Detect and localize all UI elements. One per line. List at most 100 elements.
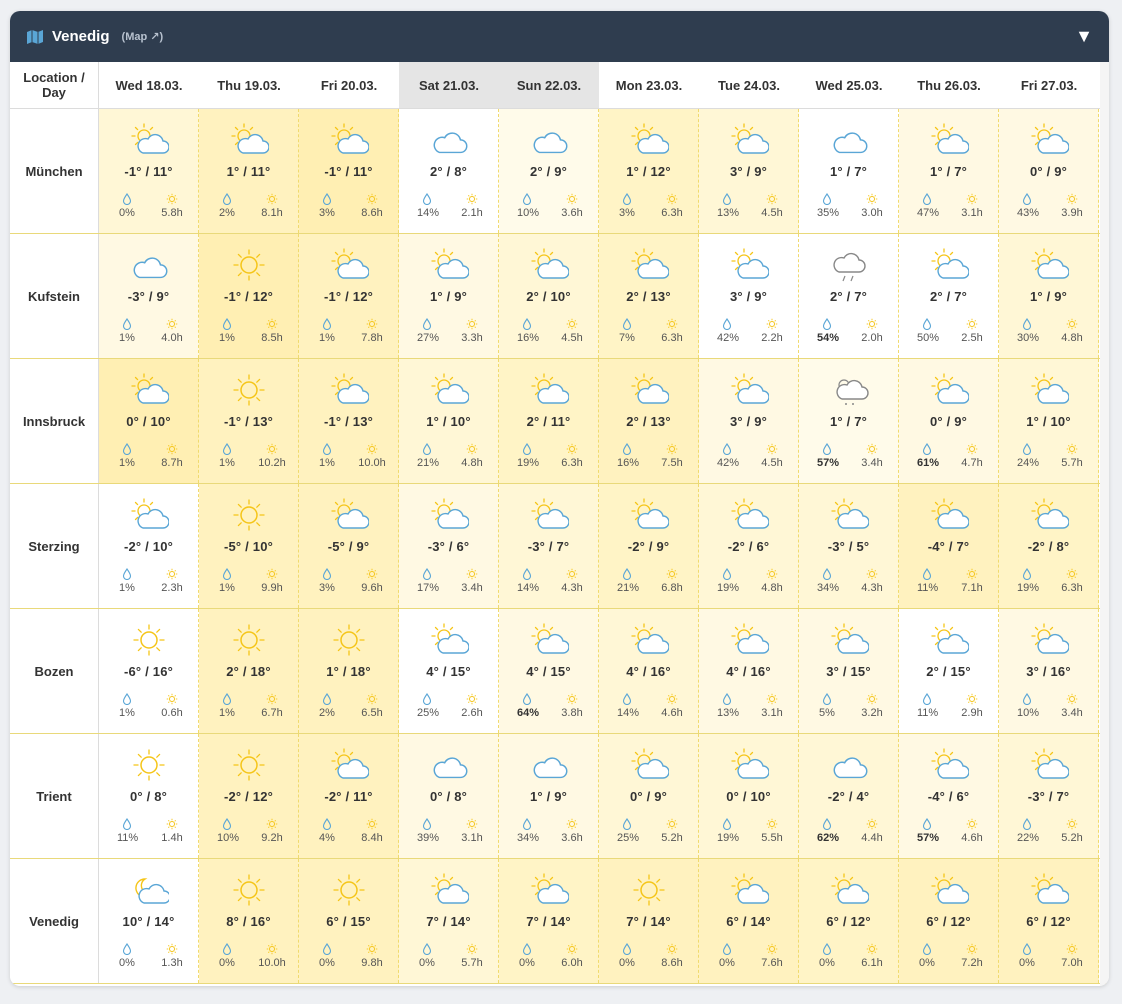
forecast-cell[interactable]: -2° / 10° 1% 2.3h xyxy=(99,484,199,608)
temperature-range: -6° / 16° xyxy=(123,664,174,679)
forecast-cell[interactable]: 2° / 8° 14% 2.1h xyxy=(399,109,499,233)
forecast-cell[interactable]: 4° / 15° 25% 2.6h xyxy=(399,609,499,733)
forecast-cell[interactable]: -3° / 6° 17% 3.4h xyxy=(399,484,499,608)
forecast-cell[interactable]: -1° / 12° 1% 8.5h xyxy=(199,234,299,358)
sun-hours-icon xyxy=(366,943,378,955)
raindrop-icon xyxy=(322,818,332,830)
forecast-cell[interactable]: 7° / 14° 0% 5.7h xyxy=(399,859,499,983)
forecast-cell[interactable]: 4° / 16° 14% 4.6h xyxy=(599,609,699,733)
forecast-cell[interactable]: 6° / 15° 0% 9.8h xyxy=(299,859,399,983)
forecast-cell[interactable]: -2° / 8° 19% 6.3h xyxy=(999,484,1099,608)
forecast-cell[interactable]: -5° / 9° 3% 9.6h xyxy=(299,484,399,608)
sun-hours: 4.8h xyxy=(1061,332,1083,344)
forecast-cell[interactable]: -1° / 13° 1% 10.2h xyxy=(199,359,299,483)
sun-hours: 3.1h xyxy=(761,707,783,719)
rain-probability: 0% xyxy=(519,957,535,969)
temperature-range: -3° / 6° xyxy=(427,539,470,554)
forecast-cell[interactable]: -4° / 6° 57% 4.6h xyxy=(899,734,999,858)
temperature-range: 8° / 16° xyxy=(226,914,271,929)
forecast-cell[interactable]: -1° / 12° 1% 7.8h xyxy=(299,234,399,358)
collapse-toggle-icon[interactable]: ▼ xyxy=(1075,26,1093,47)
forecast-cell[interactable]: 3° / 9° 42% 4.5h xyxy=(699,359,799,483)
forecast-cell[interactable]: 2° / 7° 50% 2.5h xyxy=(899,234,999,358)
forecast-cell[interactable]: 2° / 18° 1% 6.7h xyxy=(199,609,299,733)
temperature-range: 1° / 7° xyxy=(829,164,868,179)
forecast-cell[interactable]: 6° / 12° 0% 7.0h xyxy=(999,859,1099,983)
forecast-cell[interactable]: 0° / 8° 11% 1.4h xyxy=(99,734,199,858)
forecast-cell[interactable]: 2° / 7° 54% 2.0h xyxy=(799,234,899,358)
sun-hours: 4.7h xyxy=(961,457,983,469)
sun-hours-icon xyxy=(666,568,678,580)
forecast-cell[interactable]: 1° / 18° 2% 6.5h xyxy=(299,609,399,733)
day-header: Fri 27.03. xyxy=(1020,77,1078,93)
forecast-cell[interactable]: 1° / 9° 30% 4.8h xyxy=(999,234,1099,358)
partly-weather-icon xyxy=(730,623,769,654)
forecast-cell[interactable]: -3° / 7° 14% 4.3h xyxy=(499,484,599,608)
forecast-cell[interactable]: 7° / 14° 0% 6.0h xyxy=(499,859,599,983)
forecast-cell[interactable]: 6° / 12° 0% 7.2h xyxy=(899,859,999,983)
temperature-range: -4° / 7° xyxy=(927,539,970,554)
forecast-cell[interactable]: 10° / 14° 0% 1.3h xyxy=(99,859,199,983)
forecast-cell[interactable]: 2° / 15° 11% 2.9h xyxy=(899,609,999,733)
corner-label-line2: Day xyxy=(42,85,66,100)
forecast-cell[interactable]: 0° / 9° 61% 4.7h xyxy=(899,359,999,483)
table-row: München -1° / 11° 0% 5.8h 1° / 11° 2% 8.1h -1° … xyxy=(10,109,1109,234)
partly-weather-icon xyxy=(830,623,869,654)
forecast-cell[interactable]: 1° / 12° 3% 6.3h xyxy=(599,109,699,233)
forecast-cell[interactable]: -6° / 16° 1% 0.6h xyxy=(99,609,199,733)
sunny-weather-icon xyxy=(332,624,365,656)
forecast-cell[interactable]: 6° / 14° 0% 7.6h xyxy=(699,859,799,983)
forecast-cell[interactable]: 3° / 9° 13% 4.5h xyxy=(699,109,799,233)
forecast-cell[interactable]: 0° / 8° 39% 3.1h xyxy=(399,734,499,858)
cloudy-weather-icon xyxy=(533,757,567,779)
rain-probability: 3% xyxy=(319,582,335,594)
sun-hours-icon xyxy=(966,693,978,705)
raindrop-icon xyxy=(322,193,332,205)
forecast-cell[interactable]: -3° / 9° 1% 4.0h xyxy=(99,234,199,358)
forecast-cell[interactable]: 4° / 15° 64% 3.8h xyxy=(499,609,599,733)
forecast-cell[interactable]: 1° / 7° 47% 3.1h xyxy=(899,109,999,233)
forecast-cell[interactable]: -2° / 12° 10% 9.2h xyxy=(199,734,299,858)
forecast-cell[interactable]: 7° / 14° 0% 8.6h xyxy=(599,859,699,983)
location-label: Bozen xyxy=(10,609,99,733)
forecast-cell[interactable]: -4° / 7° 11% 7.1h xyxy=(899,484,999,608)
forecast-cell[interactable]: 0° / 10° 19% 5.5h xyxy=(699,734,799,858)
forecast-cell[interactable]: 3° / 9° 42% 2.2h xyxy=(699,234,799,358)
forecast-cell[interactable]: 1° / 10° 21% 4.8h xyxy=(399,359,499,483)
forecast-cell[interactable]: -2° / 9° 21% 6.8h xyxy=(599,484,699,608)
forecast-cell[interactable]: 3° / 16° 10% 3.4h xyxy=(999,609,1099,733)
forecast-cell[interactable]: 1° / 7° 35% 3.0h xyxy=(799,109,899,233)
scrollbar[interactable] xyxy=(1100,62,1109,986)
table-row: Innsbruck 0° / 10° 1% 8.7h -1° / 13° 1% 10.2h -… xyxy=(10,359,1109,484)
forecast-cell[interactable]: 2° / 13° 16% 7.5h xyxy=(599,359,699,483)
forecast-cell[interactable]: 2° / 10° 16% 4.5h xyxy=(499,234,599,358)
temperature-range: 0° / 10° xyxy=(726,789,771,804)
forecast-cell[interactable]: 0° / 10° 1% 8.7h xyxy=(99,359,199,483)
forecast-cell[interactable]: 1° / 7° 57% 3.4h xyxy=(799,359,899,483)
map-link[interactable]: (Map ↗) xyxy=(122,30,164,43)
forecast-cell[interactable]: 8° / 16° 0% 10.0h xyxy=(199,859,299,983)
forecast-cell[interactable]: 2° / 13° 7% 6.3h xyxy=(599,234,699,358)
sun-hours-icon xyxy=(766,318,778,330)
forecast-cell[interactable]: 0° / 9° 25% 5.2h xyxy=(599,734,699,858)
sun-hours: 9.8h xyxy=(361,957,383,969)
forecast-cell[interactable]: -2° / 6° 19% 4.8h xyxy=(699,484,799,608)
forecast-cell[interactable]: -3° / 7° 22% 5.2h xyxy=(999,734,1099,858)
forecast-cell[interactable]: -2° / 11° 4% 8.4h xyxy=(299,734,399,858)
forecast-cell[interactable]: 4° / 16° 13% 3.1h xyxy=(699,609,799,733)
forecast-cell[interactable]: 1° / 9° 27% 3.3h xyxy=(399,234,499,358)
forecast-cell[interactable]: 1° / 9° 34% 3.6h xyxy=(499,734,599,858)
forecast-cell[interactable]: -3° / 5° 34% 4.3h xyxy=(799,484,899,608)
forecast-cell[interactable]: -2° / 4° 62% 4.4h xyxy=(799,734,899,858)
forecast-cell[interactable]: 1° / 11° 2% 8.1h xyxy=(199,109,299,233)
forecast-cell[interactable]: 2° / 11° 19% 6.3h xyxy=(499,359,599,483)
forecast-cell[interactable]: -1° / 13° 1% 10.0h xyxy=(299,359,399,483)
forecast-cell[interactable]: 0° / 9° 43% 3.9h xyxy=(999,109,1099,233)
forecast-cell[interactable]: 2° / 9° 10% 3.6h xyxy=(499,109,599,233)
forecast-cell[interactable]: 3° / 15° 5% 3.2h xyxy=(799,609,899,733)
forecast-cell[interactable]: -5° / 10° 1% 9.9h xyxy=(199,484,299,608)
forecast-cell[interactable]: 6° / 12° 0% 6.1h xyxy=(799,859,899,983)
forecast-cell[interactable]: -1° / 11° 3% 8.6h xyxy=(299,109,399,233)
forecast-cell[interactable]: -1° / 11° 0% 5.8h xyxy=(99,109,199,233)
forecast-cell[interactable]: 1° / 10° 24% 5.7h xyxy=(999,359,1099,483)
